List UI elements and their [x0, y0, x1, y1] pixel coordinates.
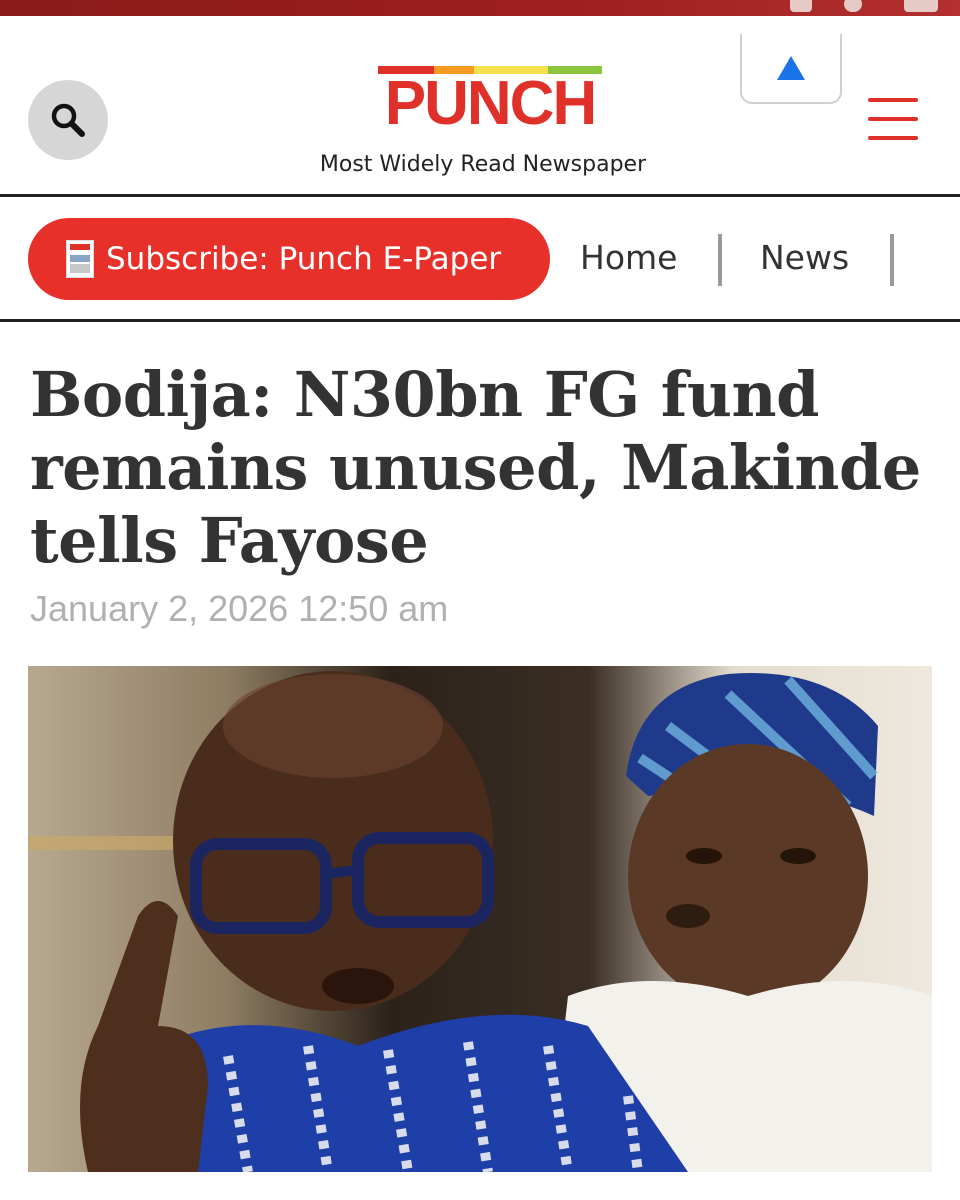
hamburger-menu-button[interactable]: [866, 98, 922, 144]
site-tagline: Most Widely Read Newspaper: [319, 152, 647, 177]
nav-link-news[interactable]: News: [760, 238, 849, 277]
nav-divider: [0, 319, 960, 322]
ad-decoration: [844, 0, 862, 12]
hamburger-menu-icon: [868, 117, 918, 121]
article-date: January 2, 2026 12:50 am: [30, 588, 449, 629]
page: PUNCH Most Widely Read Newspaper Subscri…: [0, 0, 960, 1200]
ad-decoration: [790, 0, 812, 12]
subscribe-epaper-button[interactable]: Subscribe: Punch E-Paper: [28, 218, 550, 300]
subscribe-label: Subscribe: Punch E-Paper: [106, 241, 502, 277]
top-ad-strip[interactable]: [0, 0, 960, 16]
hamburger-menu-icon: [868, 136, 918, 140]
article-headline: Bodija: N30bn FG fund remains unused, Ma…: [30, 358, 921, 577]
article-photo[interactable]: [28, 666, 932, 1172]
newspaper-icon: [66, 240, 94, 278]
search-button[interactable]: [28, 80, 108, 160]
nav-link-home[interactable]: Home: [580, 238, 677, 277]
nav-separator: [718, 234, 722, 286]
punch-logo[interactable]: PUNCH: [376, 66, 604, 138]
header-divider: [0, 194, 960, 197]
scroll-to-top-button[interactable]: [740, 34, 842, 104]
search-icon: [51, 103, 85, 137]
site-header: PUNCH Most Widely Read Newspaper: [0, 16, 960, 196]
logo-text: PUNCH: [384, 69, 597, 138]
ad-decoration: [904, 0, 938, 12]
main-nav: Subscribe: Punch E-Paper Home News: [0, 198, 960, 320]
article-photo-illustration: [28, 666, 932, 1172]
arrow-up-icon: [777, 56, 805, 80]
nav-separator: [890, 234, 894, 286]
hamburger-menu-icon: [868, 98, 918, 102]
